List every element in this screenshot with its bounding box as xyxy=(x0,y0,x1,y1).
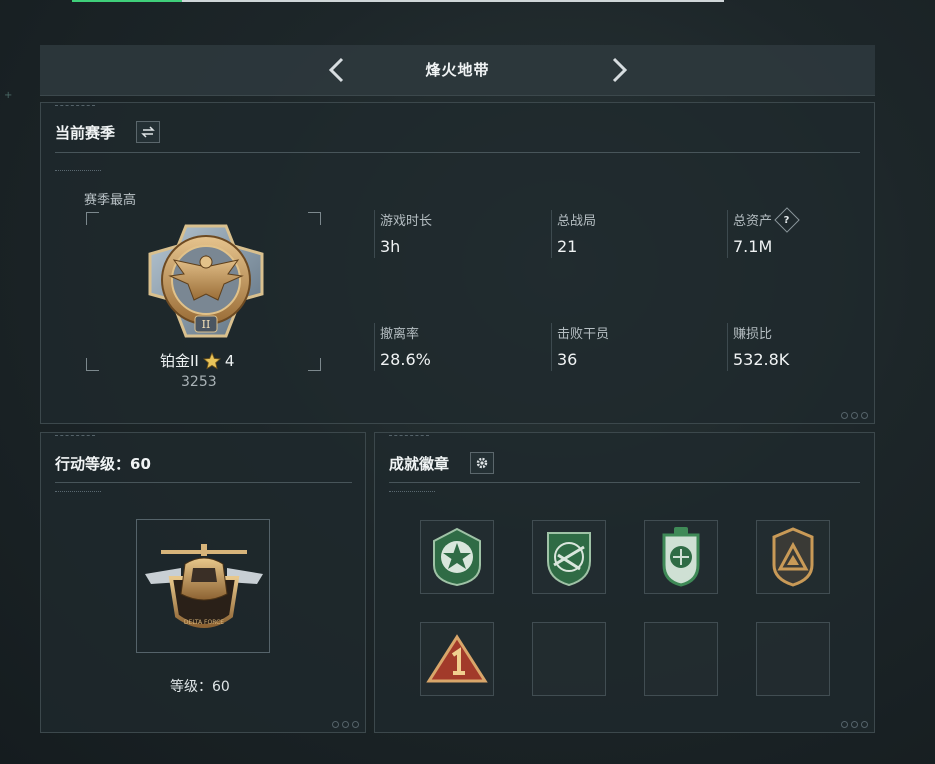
stat-label: 赚损比 xyxy=(733,327,773,342)
stat-label: 总战局 xyxy=(557,214,597,229)
frame-corner-br xyxy=(308,358,321,371)
stat-value: 7.1M xyxy=(733,237,773,256)
red-number-one-badge-icon xyxy=(426,634,488,683)
achievements-title: 成就徽章 xyxy=(389,455,450,473)
stat-value: 28.6% xyxy=(380,350,431,369)
badge-slot-5[interactable] xyxy=(420,622,494,696)
rank-score: 3253 xyxy=(181,374,217,390)
stat-value: 36 xyxy=(557,350,578,369)
next-mode-button[interactable] xyxy=(606,56,632,84)
level-text: 等级：60 xyxy=(170,679,230,695)
badge-slot-empty[interactable] xyxy=(644,622,718,696)
panel-decoration xyxy=(389,435,429,439)
panel-decoration xyxy=(55,105,95,109)
stat-value: 3h xyxy=(380,237,401,256)
stat-extraction-rate: 撤离率 28.6% xyxy=(374,323,431,371)
top-progress-line xyxy=(72,0,724,2)
platinum-rank-emblem-icon: II xyxy=(148,224,264,338)
stat-play-time: 游戏时长 3h xyxy=(374,210,433,258)
top-progress-accent xyxy=(72,0,182,2)
action-level-sub-decoration xyxy=(55,491,101,495)
stat-operators-defeated: 击败干员 36 xyxy=(551,323,610,371)
season-sub-decoration xyxy=(55,170,101,174)
season-title: 当前赛季 xyxy=(55,124,116,142)
badge-slot-empty[interactable] xyxy=(532,622,606,696)
action-level-divider xyxy=(55,482,352,483)
panel-dots xyxy=(841,412,868,419)
season-best-label: 赛季最高 xyxy=(84,193,137,208)
stat-label: 游戏时长 xyxy=(380,214,433,229)
rank-name-row: 铂金II 4 xyxy=(160,350,234,371)
star-icon xyxy=(202,351,221,369)
swap-icon xyxy=(141,126,155,138)
gear-icon xyxy=(476,457,488,469)
rank-name: 铂金II xyxy=(160,352,199,370)
stat-total-assets: 总资产 ? 7.1M xyxy=(727,206,800,258)
frame-corner-bl xyxy=(86,358,99,371)
help-icon[interactable]: ? xyxy=(774,206,800,233)
green-star-badge-icon xyxy=(433,527,481,587)
bronze-triangle-badge-icon xyxy=(772,527,814,587)
stat-profit-ratio: 赚损比 532.8K xyxy=(727,323,790,371)
stat-total-matches: 总战局 21 xyxy=(551,210,597,258)
svg-text:II: II xyxy=(202,318,211,331)
panel-dots xyxy=(332,721,359,728)
panel-dots xyxy=(841,721,868,728)
green-rifle-badge-icon xyxy=(547,532,591,587)
badge-slot-3[interactable] xyxy=(644,520,718,594)
mode-header: 烽火地带 xyxy=(40,45,875,96)
achievements-settings-button[interactable] xyxy=(470,452,494,474)
switch-season-button[interactable] xyxy=(136,121,160,143)
panel-decoration xyxy=(55,435,95,439)
frame-corner-tr xyxy=(308,212,321,225)
mode-title: 烽火地带 xyxy=(425,61,490,79)
frame-corner-tl xyxy=(86,212,99,225)
chevron-right-icon xyxy=(612,57,628,83)
chevron-left-icon xyxy=(328,57,344,83)
green-shield-badge-icon xyxy=(662,527,700,587)
stat-label: 撤离率 xyxy=(380,327,420,342)
svg-text:DELTA FORCE: DELTA FORCE xyxy=(184,619,224,626)
stat-label: 击败干员 xyxy=(557,327,610,342)
action-level-title: 行动等级：60 xyxy=(55,455,151,473)
badge-slot-1[interactable] xyxy=(420,520,494,594)
achievements-divider xyxy=(389,482,860,483)
badge-slot-2[interactable] xyxy=(532,520,606,594)
stat-label: 总资产 xyxy=(733,214,773,229)
season-divider xyxy=(55,152,860,153)
badge-slot-4[interactable] xyxy=(756,520,830,594)
stat-value: 532.8K xyxy=(733,350,790,369)
badge-slot-empty[interactable] xyxy=(756,622,830,696)
edge-crosshair-icon: + xyxy=(4,90,13,101)
stat-value: 21 xyxy=(557,237,578,256)
achievements-sub-decoration xyxy=(389,491,435,495)
helicopter-level-emblem-icon: DELTA FORCE xyxy=(145,544,263,628)
rank-stars: 4 xyxy=(224,351,235,370)
level-emblem-frame: DELTA FORCE xyxy=(136,519,270,653)
prev-mode-button[interactable] xyxy=(324,56,350,84)
